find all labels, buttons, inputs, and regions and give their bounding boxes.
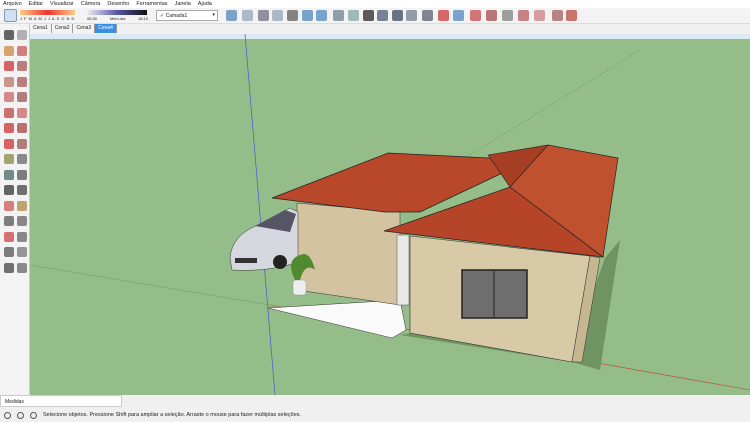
tab-cena2[interactable]: Cena2: [51, 24, 74, 33]
toolbar-tool-icon[interactable]: [470, 10, 481, 21]
blue-axis: [244, 34, 276, 395]
car: [229, 207, 299, 271]
left-tool-icon[interactable]: [4, 30, 14, 40]
left-tool-icon[interactable]: [17, 123, 27, 133]
left-tool-icon[interactable]: [17, 154, 27, 164]
toolbar-tool-icon[interactable]: [258, 10, 269, 21]
toolbar-tool-icon[interactable]: [422, 10, 433, 21]
month-labels: J F M A M J J A S O N D: [20, 16, 75, 21]
toolbar-tool-icon[interactable]: [272, 10, 283, 21]
left-tool-icon[interactable]: [4, 123, 14, 133]
left-tool-icon[interactable]: [17, 138, 27, 149]
toolbar-tool-icon[interactable]: [566, 10, 577, 21]
left-tool-icon[interactable]: [4, 61, 14, 71]
time-end: 18:10: [138, 16, 149, 21]
left-tool-icon[interactable]: [4, 185, 14, 195]
left-tool-icon[interactable]: [4, 216, 14, 226]
shadows-toggle-icon[interactable]: [4, 9, 17, 22]
toolbar-tool-icon[interactable]: [502, 10, 513, 21]
3d-viewport[interactable]: [30, 34, 750, 395]
patio: [267, 299, 407, 339]
toolbar-tool-icon[interactable]: [287, 10, 298, 21]
left-tool-icon[interactable]: [17, 216, 27, 226]
left-tool-icon[interactable]: [17, 107, 27, 118]
toolbar-tool-icon[interactable]: [486, 10, 497, 21]
toolbar-tool-icon[interactable]: [302, 10, 313, 21]
green-axis-neg: [30, 264, 271, 306]
user-icon[interactable]: [30, 411, 37, 419]
toolbar: J F M A M J J A S O N D 06:30 Meio-dia 1…: [0, 8, 750, 24]
measurements-label: Medidas: [5, 399, 24, 405]
tab-cena1[interactable]: Cena1: [30, 24, 52, 33]
menu-desenho[interactable]: Desenho: [107, 1, 129, 7]
measurements-box[interactable]: Medidas: [0, 395, 122, 407]
layer-select[interactable]: ✓ Camada1 ▾: [156, 10, 218, 21]
left-tool-icon[interactable]: [17, 200, 27, 211]
menu-visualizar[interactable]: Visualizar: [50, 1, 74, 7]
left-tool-icon[interactable]: [17, 247, 27, 257]
chevron-down-icon: ▾: [212, 12, 215, 18]
menu-arquivo[interactable]: Arquivo: [3, 1, 22, 7]
left-tool-icon[interactable]: [4, 76, 14, 87]
time-start: 06:30: [87, 16, 98, 21]
toolbar-tool-icon[interactable]: [242, 10, 253, 21]
toolbar-tool-icon[interactable]: [316, 10, 327, 21]
toolbar-tool-icon[interactable]: [534, 10, 545, 21]
layer-name: Camada1: [165, 13, 188, 19]
menu-ajuda[interactable]: Ajuda: [198, 1, 212, 7]
time-slider[interactable]: [87, 10, 147, 15]
left-tool-icon[interactable]: [17, 76, 27, 87]
toolbar-tool-icon[interactable]: [552, 10, 563, 21]
menu-editar[interactable]: Editar: [29, 1, 43, 7]
geo-location-icon[interactable]: [4, 411, 11, 419]
layer-check-icon: ✓: [160, 13, 165, 19]
toolbar-tool-icon[interactable]: [453, 10, 464, 21]
toolbar-tool-icon[interactable]: [406, 10, 417, 21]
menu-ferramentas[interactable]: Ferramentas: [136, 1, 167, 7]
left-tool-icon[interactable]: [4, 154, 14, 164]
left-tool-icon[interactable]: [4, 138, 14, 149]
info-icon[interactable]: [17, 411, 24, 419]
status-text: Selecione objetos. Pressione Shift para …: [43, 412, 302, 418]
toolbar-tool-icon[interactable]: [377, 10, 388, 21]
toolbar-tool-icon[interactable]: [438, 10, 449, 21]
left-tool-icon[interactable]: [17, 30, 27, 40]
tab-cena3[interactable]: Cena3: [73, 24, 96, 33]
left-tool-icon[interactable]: [17, 61, 27, 71]
left-tool-icon[interactable]: [17, 92, 27, 102]
left-tool-icon[interactable]: [4, 200, 14, 211]
left-tool-icon[interactable]: [4, 45, 14, 56]
door: [396, 234, 410, 306]
toolbar-tool-icon[interactable]: [226, 10, 237, 21]
left-tool-icon[interactable]: [4, 231, 14, 242]
toolbar-tool-icon[interactable]: [333, 10, 344, 21]
left-tool-icon[interactable]: [4, 247, 14, 257]
model-scene: [30, 34, 750, 395]
menu-camera[interactable]: Câmera: [81, 1, 101, 7]
left-tool-icon[interactable]: [4, 92, 14, 102]
tab-cena4[interactable]: Cena4: [95, 24, 117, 33]
toolbar-tool-icon[interactable]: [392, 10, 403, 21]
left-tool-icon[interactable]: [17, 231, 27, 242]
menu-bar: Arquivo Editar Visualizar Câmera Desenho…: [0, 0, 750, 8]
sky-strip: [30, 34, 750, 39]
time-mid: Meio-dia: [110, 16, 126, 21]
left-tool-icon[interactable]: [4, 169, 14, 180]
month-slider[interactable]: [20, 10, 75, 15]
left-toolbar: [0, 24, 30, 394]
left-tool-icon[interactable]: [17, 169, 27, 180]
left-tool-icon[interactable]: [17, 185, 27, 195]
toolbar-tool-icon[interactable]: [348, 10, 359, 21]
toolbar-tool-icon[interactable]: [363, 10, 374, 21]
toolbar-tool-icon[interactable]: [518, 10, 529, 21]
menu-janela[interactable]: Janela: [175, 1, 191, 7]
left-tool-icon[interactable]: [4, 262, 14, 273]
left-wall: [296, 202, 401, 306]
left-tool-icon[interactable]: [17, 262, 27, 273]
scene-tabs: Cena1 Cena2 Cena3 Cena4: [30, 24, 117, 33]
status-bar: Selecione objetos. Pressione Shift para …: [0, 408, 750, 422]
left-tool-icon[interactable]: [17, 45, 27, 56]
left-tool-icon[interactable]: [4, 107, 14, 118]
